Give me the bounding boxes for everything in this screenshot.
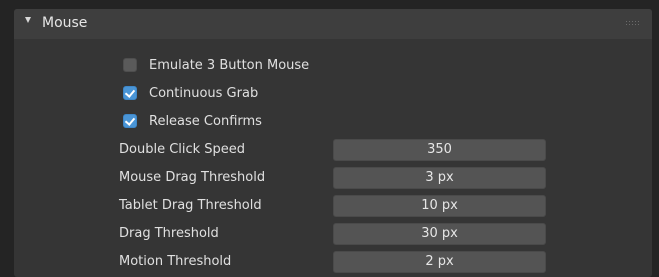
panel-header[interactable] [14,9,652,39]
double-click-speed-label: Double Click Speed [119,142,246,157]
release-confirms-checkbox[interactable] [123,114,137,128]
drag-threshold-label: Drag Threshold [119,226,219,241]
double-click-speed-field[interactable]: 350 [333,139,546,161]
motion-threshold-label: Motion Threshold [119,254,232,269]
mouse-drag-threshold-label: Mouse Drag Threshold [119,170,266,185]
collapse-arrow-icon[interactable] [25,17,31,23]
release-confirms-option[interactable]: Release Confirms [123,111,262,131]
panel-title: Mouse [42,15,88,31]
checkbox-label: Emulate 3 Button Mouse [149,57,310,73]
tablet-drag-threshold-label: Tablet Drag Threshold [119,198,262,213]
checkbox-label: Release Confirms [149,113,262,129]
emulate-3-button-mouse-checkbox[interactable] [123,58,137,72]
emulate-3-button-mouse-option[interactable]: Emulate 3 Button Mouse [123,55,309,75]
continuous-grab-checkbox[interactable] [123,86,137,100]
drag-threshold-field[interactable]: 30 px [333,223,546,245]
checkbox-label: Continuous Grab [149,85,259,101]
tablet-drag-threshold-field[interactable]: 10 px [333,195,546,217]
motion-threshold-field[interactable]: 2 px [333,251,546,273]
grip-dots-icon[interactable] [626,21,640,25]
continuous-grab-option[interactable]: Continuous Grab [123,83,258,103]
mouse-drag-threshold-field[interactable]: 3 px [333,167,546,189]
